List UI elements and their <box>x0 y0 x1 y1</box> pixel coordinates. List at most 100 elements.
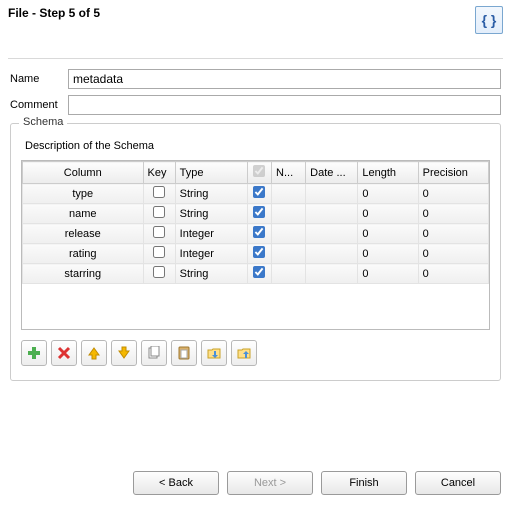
move-up-button[interactable] <box>81 340 107 366</box>
name-label: Name <box>10 73 68 85</box>
cell-type[interactable]: String <box>175 204 247 224</box>
cell-key[interactable] <box>143 224 175 244</box>
copy-icon <box>147 346 161 360</box>
header: File - Step 5 of 5 { } <box>0 0 511 58</box>
cancel-button[interactable]: Cancel <box>415 471 501 495</box>
cell-type[interactable]: Integer <box>175 224 247 244</box>
cell-date[interactable] <box>306 184 358 204</box>
cell-column[interactable]: starring <box>23 264 144 284</box>
finish-button[interactable]: Finish <box>321 471 407 495</box>
cell-type[interactable]: String <box>175 264 247 284</box>
comment-input[interactable] <box>68 95 501 115</box>
cell-precision[interactable]: 0 <box>418 224 488 244</box>
cell-column[interactable]: type <box>23 184 144 204</box>
arrow-up-icon <box>87 346 101 360</box>
col-precision[interactable]: Precision <box>418 162 488 184</box>
col-n[interactable]: N... <box>272 162 306 184</box>
key-checkbox[interactable] <box>153 226 165 238</box>
table-row[interactable]: starring String 00 <box>23 264 489 284</box>
add-button[interactable] <box>21 340 47 366</box>
delete-button[interactable] <box>51 340 77 366</box>
cell-n[interactable] <box>272 204 306 224</box>
cell-key[interactable] <box>143 184 175 204</box>
paste-icon <box>177 346 191 360</box>
cell-n[interactable] <box>272 184 306 204</box>
export-button[interactable] <box>231 340 257 366</box>
cell-n[interactable] <box>272 244 306 264</box>
col-key[interactable]: Key <box>143 162 175 184</box>
plus-icon <box>27 346 41 360</box>
col-date[interactable]: Date ... <box>306 162 358 184</box>
toolbar <box>21 340 490 366</box>
cell-column[interactable]: name <box>23 204 144 224</box>
cell-date[interactable] <box>306 204 358 224</box>
braces-icon: { } <box>475 6 503 34</box>
nullable-checkbox[interactable] <box>253 246 265 258</box>
x-icon <box>57 346 71 360</box>
cell-n[interactable] <box>272 224 306 244</box>
fieldset-legend: Schema <box>19 116 67 128</box>
schema-table: Column Key Type N... Date ... Length Pre… <box>21 160 490 330</box>
cell-precision[interactable]: 0 <box>418 244 488 264</box>
cell-length[interactable]: 0 <box>358 184 418 204</box>
key-checkbox[interactable] <box>153 246 165 258</box>
nullable-checkbox[interactable] <box>253 186 265 198</box>
col-length[interactable]: Length <box>358 162 418 184</box>
cell-key[interactable] <box>143 244 175 264</box>
nullable-checkbox[interactable] <box>253 206 265 218</box>
paste-button[interactable] <box>171 340 197 366</box>
copy-button[interactable] <box>141 340 167 366</box>
cell-key[interactable] <box>143 264 175 284</box>
table-header-row: Column Key Type N... Date ... Length Pre… <box>23 162 489 184</box>
cell-length[interactable]: 0 <box>358 224 418 244</box>
cell-precision[interactable]: 0 <box>418 184 488 204</box>
cell-date[interactable] <box>306 224 358 244</box>
key-checkbox[interactable] <box>153 206 165 218</box>
cell-length[interactable]: 0 <box>358 244 418 264</box>
table-row[interactable]: name String 00 <box>23 204 489 224</box>
import-button[interactable] <box>201 340 227 366</box>
move-down-button[interactable] <box>111 340 137 366</box>
key-checkbox[interactable] <box>153 186 165 198</box>
cell-nullable[interactable] <box>247 264 271 284</box>
schema-description: Description of the Schema <box>25 140 490 152</box>
col-column[interactable]: Column <box>23 162 144 184</box>
key-checkbox[interactable] <box>153 266 165 278</box>
cell-type[interactable]: String <box>175 184 247 204</box>
nullable-checkbox[interactable] <box>253 226 265 238</box>
cell-nullable[interactable] <box>247 224 271 244</box>
table-row[interactable]: rating Integer 00 <box>23 244 489 264</box>
folder-out-icon <box>237 346 251 360</box>
cell-length[interactable]: 0 <box>358 204 418 224</box>
footer: < Back Next > Finish Cancel <box>133 471 501 495</box>
name-input[interactable] <box>68 69 501 89</box>
cell-column[interactable]: release <box>23 224 144 244</box>
cell-precision[interactable]: 0 <box>418 264 488 284</box>
schema-fieldset: Schema Description of the Schema Column … <box>10 123 501 381</box>
col-nullable-icon[interactable] <box>247 162 271 184</box>
col-type[interactable]: Type <box>175 162 247 184</box>
cell-n[interactable] <box>272 264 306 284</box>
cell-nullable[interactable] <box>247 204 271 224</box>
page-title: File - Step 5 of 5 <box>8 6 100 20</box>
arrow-down-icon <box>117 346 131 360</box>
table-row[interactable]: release Integer 00 <box>23 224 489 244</box>
back-button[interactable]: < Back <box>133 471 219 495</box>
table-row[interactable]: type String 00 <box>23 184 489 204</box>
cell-date[interactable] <box>306 244 358 264</box>
cell-date[interactable] <box>306 264 358 284</box>
cell-column[interactable]: rating <box>23 244 144 264</box>
cell-type[interactable]: Integer <box>175 244 247 264</box>
folder-in-icon <box>207 346 221 360</box>
separator <box>8 58 503 59</box>
next-button: Next > <box>227 471 313 495</box>
cell-nullable[interactable] <box>247 184 271 204</box>
cell-nullable[interactable] <box>247 244 271 264</box>
nullable-checkbox[interactable] <box>253 266 265 278</box>
form: Name Comment <box>0 69 511 115</box>
cell-precision[interactable]: 0 <box>418 204 488 224</box>
comment-label: Comment <box>10 99 68 111</box>
cell-length[interactable]: 0 <box>358 264 418 284</box>
check-icon <box>253 165 265 177</box>
cell-key[interactable] <box>143 204 175 224</box>
